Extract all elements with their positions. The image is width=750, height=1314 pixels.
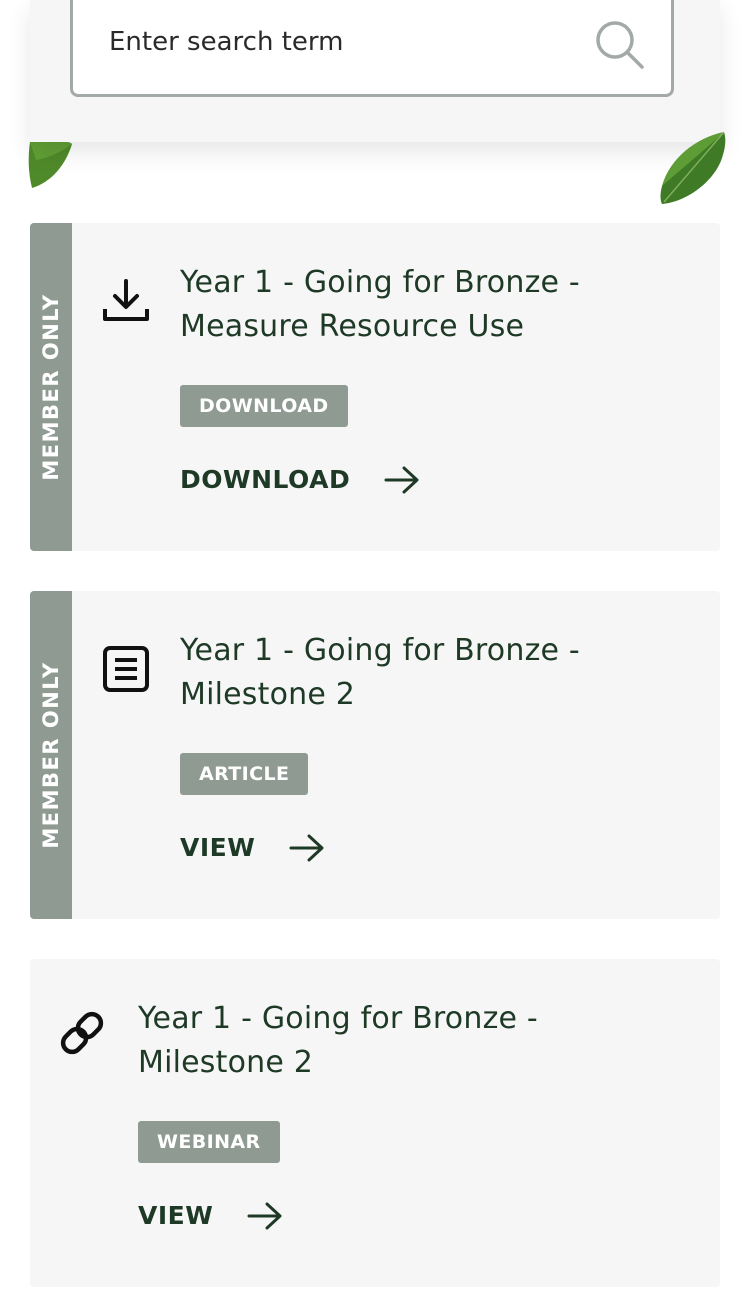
search-input[interactable] xyxy=(109,22,549,62)
member-only-label: MEMBER ONLY xyxy=(39,293,63,481)
search-panel xyxy=(30,0,720,142)
view-link[interactable]: VIEW xyxy=(180,833,325,862)
resource-card: MEMBER ONLY Year 1 - Going for Bronze - … xyxy=(30,591,720,919)
link-icon xyxy=(60,1011,104,1055)
arrow-right-icon xyxy=(247,1202,282,1229)
resource-card: MEMBER ONLY Year 1 - Going for Bronze - … xyxy=(30,223,720,551)
search-box xyxy=(70,0,674,97)
resource-title[interactable]: Year 1 - Going for Bronze - Measure Reso… xyxy=(180,261,650,349)
arrow-right-icon xyxy=(384,466,419,493)
action-label: VIEW xyxy=(138,1201,214,1230)
view-link[interactable]: VIEW xyxy=(138,1201,283,1230)
resource-card: Year 1 - Going for Bronze - Milestone 2 … xyxy=(30,959,720,1287)
resource-type-badge: WEBINAR xyxy=(138,1121,280,1163)
leaf-decoration-icon xyxy=(28,140,72,188)
resource-type-badge: ARTICLE xyxy=(180,753,309,795)
resources-page: MEMBER ONLY Year 1 - Going for Bronze - … xyxy=(0,0,750,1314)
member-only-ribbon: MEMBER ONLY xyxy=(30,591,72,919)
action-label: VIEW xyxy=(180,833,256,862)
download-link[interactable]: DOWNLOAD xyxy=(180,465,420,494)
resource-type-badge: DOWNLOAD xyxy=(180,385,348,427)
arrow-right-icon xyxy=(289,834,324,861)
member-only-ribbon: MEMBER ONLY xyxy=(30,223,72,551)
download-icon xyxy=(103,279,149,321)
article-icon xyxy=(103,646,149,692)
leaf-decoration-icon xyxy=(660,131,726,204)
resource-title[interactable]: Year 1 - Going for Bronze - Milestone 2 xyxy=(138,997,608,1085)
resource-title[interactable]: Year 1 - Going for Bronze - Milestone 2 xyxy=(180,629,650,717)
action-label: DOWNLOAD xyxy=(180,465,351,494)
member-only-label: MEMBER ONLY xyxy=(39,661,63,849)
search-icon[interactable] xyxy=(593,18,647,72)
